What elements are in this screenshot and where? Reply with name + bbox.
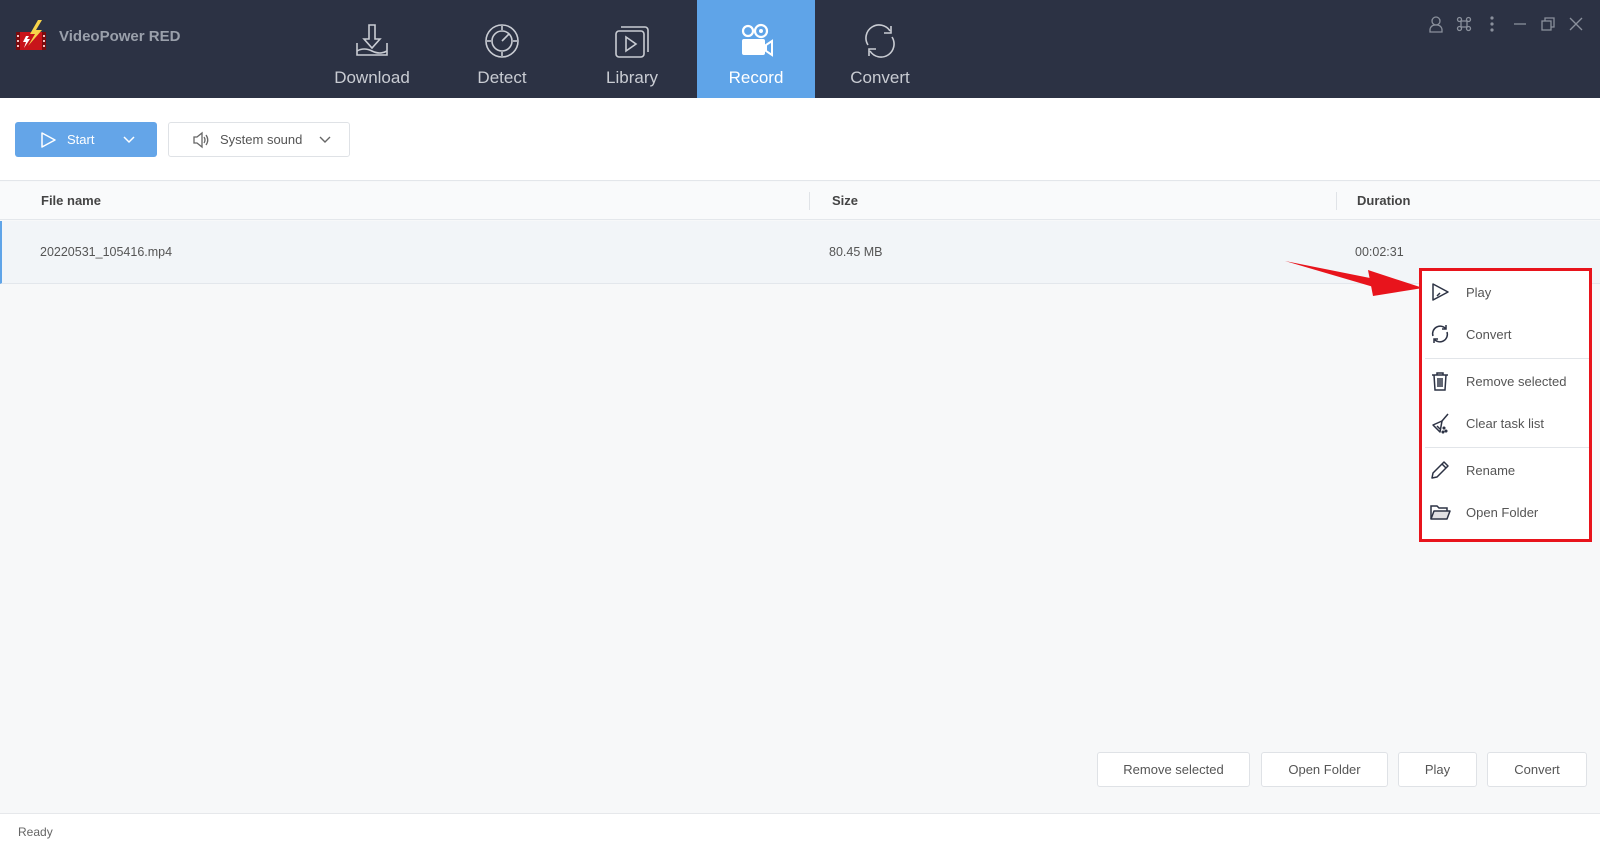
command-button[interactable] bbox=[1450, 12, 1478, 36]
app-title: VideoPower RED bbox=[59, 27, 181, 45]
main-nav: Download Detect Library Record Convert bbox=[307, 0, 945, 98]
download-icon bbox=[356, 24, 388, 56]
status-bar: Ready bbox=[0, 813, 1600, 850]
restore-icon bbox=[1541, 17, 1555, 31]
nav-convert[interactable]: Convert bbox=[815, 0, 945, 98]
start-button[interactable]: Start bbox=[15, 122, 157, 157]
nav-detect-label: Detect bbox=[477, 68, 527, 87]
context-menu-clear-task-list[interactable]: Clear task list bbox=[1422, 402, 1589, 444]
nav-record[interactable]: Record bbox=[697, 0, 815, 98]
audio-source-dropdown[interactable]: System sound bbox=[168, 122, 350, 157]
close-icon bbox=[1569, 17, 1583, 31]
audio-source-label: System sound bbox=[220, 132, 303, 147]
broom-icon bbox=[1432, 413, 1449, 434]
chevron-down-icon bbox=[319, 136, 331, 143]
folder-icon bbox=[1430, 505, 1451, 520]
column-duration[interactable]: Duration bbox=[1357, 182, 1410, 220]
restore-button[interactable] bbox=[1534, 12, 1562, 36]
minimize-button[interactable] bbox=[1506, 12, 1534, 36]
more-button[interactable] bbox=[1478, 12, 1506, 36]
convert-button[interactable]: Convert bbox=[1487, 752, 1587, 787]
context-menu-play-label: Play bbox=[1466, 284, 1492, 300]
column-file-name[interactable]: File name bbox=[41, 182, 101, 220]
annotation-arrow bbox=[1285, 261, 1423, 296]
pencil-icon bbox=[1431, 461, 1449, 479]
context-menu-play[interactable]: Play bbox=[1422, 271, 1589, 313]
detect-icon bbox=[485, 24, 519, 58]
size-cell: 80.45 MB bbox=[829, 245, 883, 259]
convert-icon bbox=[865, 24, 895, 58]
more-icon bbox=[1490, 16, 1494, 32]
nav-record-label: Record bbox=[728, 68, 784, 87]
title-bar: VideoPower RED Download Detect Library R… bbox=[0, 0, 1600, 98]
table-header: File name Size Duration bbox=[0, 182, 1600, 220]
open-folder-button[interactable]: Open Folder bbox=[1261, 752, 1388, 787]
brand: VideoPower RED bbox=[14, 18, 180, 54]
nav-download-label: Download bbox=[334, 68, 410, 87]
user-icon bbox=[1429, 16, 1443, 33]
file-name-cell: 20220531_105416.mp4 bbox=[40, 245, 173, 259]
record-toolbar: Start System sound bbox=[0, 98, 1600, 181]
nav-convert-label: Convert bbox=[850, 68, 910, 87]
context-menu-open-folder[interactable]: Open Folder bbox=[1422, 491, 1589, 533]
start-label: Start bbox=[67, 132, 95, 147]
remove-selected-button[interactable]: Remove selected bbox=[1097, 752, 1250, 787]
chevron-down-icon[interactable] bbox=[122, 133, 136, 147]
play-button[interactable]: Play bbox=[1398, 752, 1477, 787]
command-icon bbox=[1456, 16, 1472, 32]
window-controls bbox=[1422, 12, 1590, 36]
nav-library-label: Library bbox=[606, 68, 658, 87]
minimize-icon bbox=[1514, 23, 1526, 25]
context-menu: Play Convert Remove selected Clear task … bbox=[1419, 268, 1592, 542]
play-icon bbox=[1432, 283, 1449, 301]
nav-detect[interactable]: Detect bbox=[437, 0, 567, 98]
context-menu-remove-selected[interactable]: Remove selected bbox=[1422, 360, 1589, 402]
speaker-icon bbox=[193, 131, 209, 148]
context-menu-open-folder-label: Open Folder bbox=[1466, 504, 1539, 520]
trash-icon bbox=[1432, 372, 1448, 391]
play-icon bbox=[41, 131, 56, 148]
library-icon bbox=[615, 26, 649, 58]
menu-divider bbox=[1425, 358, 1589, 359]
nav-library[interactable]: Library bbox=[567, 0, 697, 98]
context-menu-rename-label: Rename bbox=[1466, 462, 1516, 478]
context-menu-convert[interactable]: Convert bbox=[1422, 313, 1589, 355]
convert-icon bbox=[1431, 325, 1449, 343]
menu-divider bbox=[1425, 447, 1589, 448]
context-menu-convert-label: Convert bbox=[1466, 326, 1512, 342]
context-menu-remove-selected-label: Remove selected bbox=[1466, 373, 1567, 389]
app-logo-icon bbox=[16, 20, 46, 50]
column-divider[interactable] bbox=[1336, 192, 1337, 210]
record-icon bbox=[741, 23, 773, 57]
user-button[interactable] bbox=[1422, 12, 1450, 36]
status-text: Ready bbox=[18, 825, 53, 839]
context-menu-clear-task-list-label: Clear task list bbox=[1466, 415, 1545, 431]
column-divider[interactable] bbox=[809, 192, 810, 210]
nav-download[interactable]: Download bbox=[307, 0, 437, 98]
context-menu-rename[interactable]: Rename bbox=[1422, 449, 1589, 491]
column-size[interactable]: Size bbox=[832, 182, 858, 220]
close-button[interactable] bbox=[1562, 12, 1590, 36]
